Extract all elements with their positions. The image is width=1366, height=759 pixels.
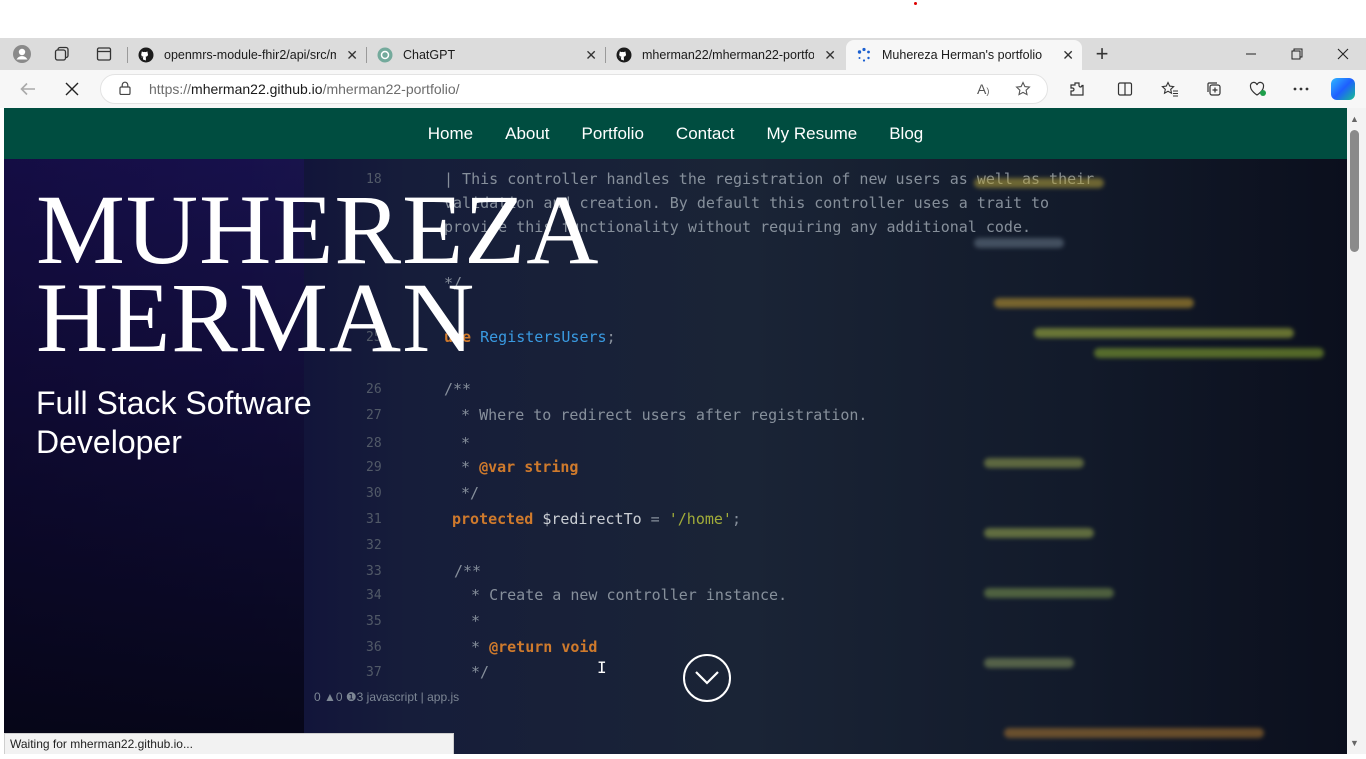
- window-bottom-edge: [0, 754, 1366, 759]
- code-line-number: 30: [366, 486, 382, 501]
- code-line-number: 29: [366, 460, 382, 475]
- url-scheme: https://: [149, 81, 192, 97]
- copilot-icon[interactable]: [1331, 78, 1355, 100]
- tab-muhereza-portfolio[interactable]: Muhereza Herman's portfolio ✕: [846, 40, 1082, 70]
- url-path: /mherman22-portfolio/: [322, 81, 460, 97]
- hero-tagline: Full Stack Software Developer: [36, 385, 312, 460]
- page-viewport: 18 | This controller handles the registra…: [4, 108, 1347, 754]
- status-bar: Waiting for mherman22.github.io...: [4, 733, 454, 755]
- collections-icon[interactable]: [1203, 79, 1225, 99]
- tab-title: mherman22/mherman22-portfoli: [642, 48, 814, 62]
- url-text: https://mherman22.github.io/mherman22-po…: [149, 81, 460, 97]
- nav-portfolio[interactable]: Portfolio: [582, 124, 644, 144]
- close-window-icon[interactable]: [1328, 44, 1358, 64]
- chatgpt-icon: [377, 47, 393, 63]
- nav-about[interactable]: About: [505, 124, 549, 144]
- profile-icon[interactable]: [11, 44, 33, 64]
- tab-chatgpt[interactable]: ChatGPT ✕: [367, 40, 605, 70]
- code-line: *: [452, 434, 471, 452]
- code-editor-statusbar: 0 ▲0 ❶3 javascript | app.js: [314, 690, 460, 704]
- workspaces-icon[interactable]: [51, 44, 73, 64]
- tab-portfolio-repo[interactable]: mherman22/mherman22-portfoli ✕: [606, 40, 844, 70]
- favorites-icon[interactable]: [1159, 79, 1181, 99]
- restore-icon[interactable]: [1282, 44, 1312, 64]
- code-line: protected $redirectTo = '/home';: [452, 510, 741, 528]
- window-top-strip: [0, 0, 1366, 38]
- scroll-down-arrow-icon[interactable]: ▼: [1350, 738, 1359, 748]
- address-bar-row: https://mherman22.github.io/mherman22-po…: [0, 70, 1366, 108]
- nav-contact[interactable]: Contact: [676, 124, 735, 144]
- github-icon: [138, 47, 154, 63]
- scroll-up-arrow-icon[interactable]: ▲: [1350, 114, 1359, 124]
- code-line: /**: [454, 562, 482, 580]
- close-tab-icon[interactable]: ✕: [346, 47, 358, 64]
- code-line: *: [462, 612, 481, 630]
- extensions-icon[interactable]: [1066, 79, 1088, 99]
- code-line-number: 37: [366, 665, 382, 680]
- code-line: * Create a new controller instance.: [462, 586, 788, 604]
- scrollbar-thumb[interactable]: [1350, 130, 1359, 252]
- lock-icon[interactable]: [119, 81, 135, 98]
- url-field[interactable]: https://mherman22.github.io/mherman22-po…: [100, 74, 1048, 104]
- notification-dot: [914, 2, 917, 5]
- code-line-number: 35: [366, 614, 382, 629]
- scroll-down-button[interactable]: [683, 654, 731, 702]
- hero-name-line1: MUHEREZA: [36, 174, 600, 285]
- read-aloud-icon[interactable]: A): [977, 81, 989, 97]
- split-screen-icon[interactable]: [1114, 79, 1136, 99]
- loading-spinner-icon: [856, 47, 872, 63]
- tab-title: ChatGPT: [403, 48, 456, 62]
- hero-name: MUHEREZA HERMAN: [36, 174, 600, 373]
- code-line: * @return void: [462, 638, 598, 656]
- close-tab-icon[interactable]: ✕: [824, 47, 836, 64]
- code-line: * Where to redirect users after registra…: [452, 406, 868, 424]
- code-line-number: 36: [366, 640, 382, 655]
- code-line-number: 26: [366, 382, 382, 397]
- close-tab-icon[interactable]: ✕: [585, 47, 597, 64]
- browser-essentials-icon[interactable]: [1247, 79, 1269, 99]
- back-arrow-icon[interactable]: [16, 78, 40, 100]
- text-cursor-icon: I: [597, 658, 607, 677]
- tab-title: openmrs-module-fhir2/api/src/m: [164, 48, 336, 62]
- close-tab-icon[interactable]: ✕: [1062, 47, 1074, 64]
- tab-bar: openmrs-module-fhir2/api/src/m ✕ ChatGPT…: [0, 38, 1366, 70]
- blurred-code-panel: [964, 158, 1344, 754]
- page-scrollbar[interactable]: ▲ ▼: [1347, 108, 1366, 759]
- site-nav: Home About Portfolio Contact My Resume B…: [4, 108, 1347, 159]
- code-line: * @var string: [452, 458, 579, 476]
- code-line-number: 32: [366, 538, 382, 553]
- tab-title: Muhereza Herman's portfolio: [882, 48, 1043, 62]
- code-line-number: 28: [366, 436, 382, 451]
- chevron-down-icon: [695, 671, 719, 685]
- hero-name-line2: HERMAN: [36, 262, 476, 373]
- favorite-star-icon[interactable]: [1015, 81, 1031, 100]
- code-line: */: [452, 484, 480, 502]
- code-line-number: 27: [366, 408, 382, 423]
- tab-openmrs[interactable]: openmrs-module-fhir2/api/src/m ✕: [128, 40, 366, 70]
- more-menu-icon[interactable]: [1290, 79, 1312, 99]
- new-tab-icon[interactable]: +: [1090, 41, 1114, 66]
- nav-home[interactable]: Home: [428, 124, 473, 144]
- code-line-number: 34: [366, 588, 382, 603]
- url-host: mherman22.github.io: [191, 81, 323, 97]
- minimize-icon[interactable]: [1236, 44, 1266, 64]
- github-icon: [616, 47, 632, 63]
- vertical-tabs-icon[interactable]: [93, 44, 115, 64]
- nav-blog[interactable]: Blog: [889, 124, 923, 144]
- code-line: /**: [444, 380, 472, 398]
- code-line-number: 31: [366, 512, 382, 527]
- code-line: */: [462, 663, 490, 681]
- stop-loading-icon[interactable]: [60, 78, 84, 100]
- code-line-number: 33: [366, 564, 382, 579]
- nav-my-resume[interactable]: My Resume: [767, 124, 858, 144]
